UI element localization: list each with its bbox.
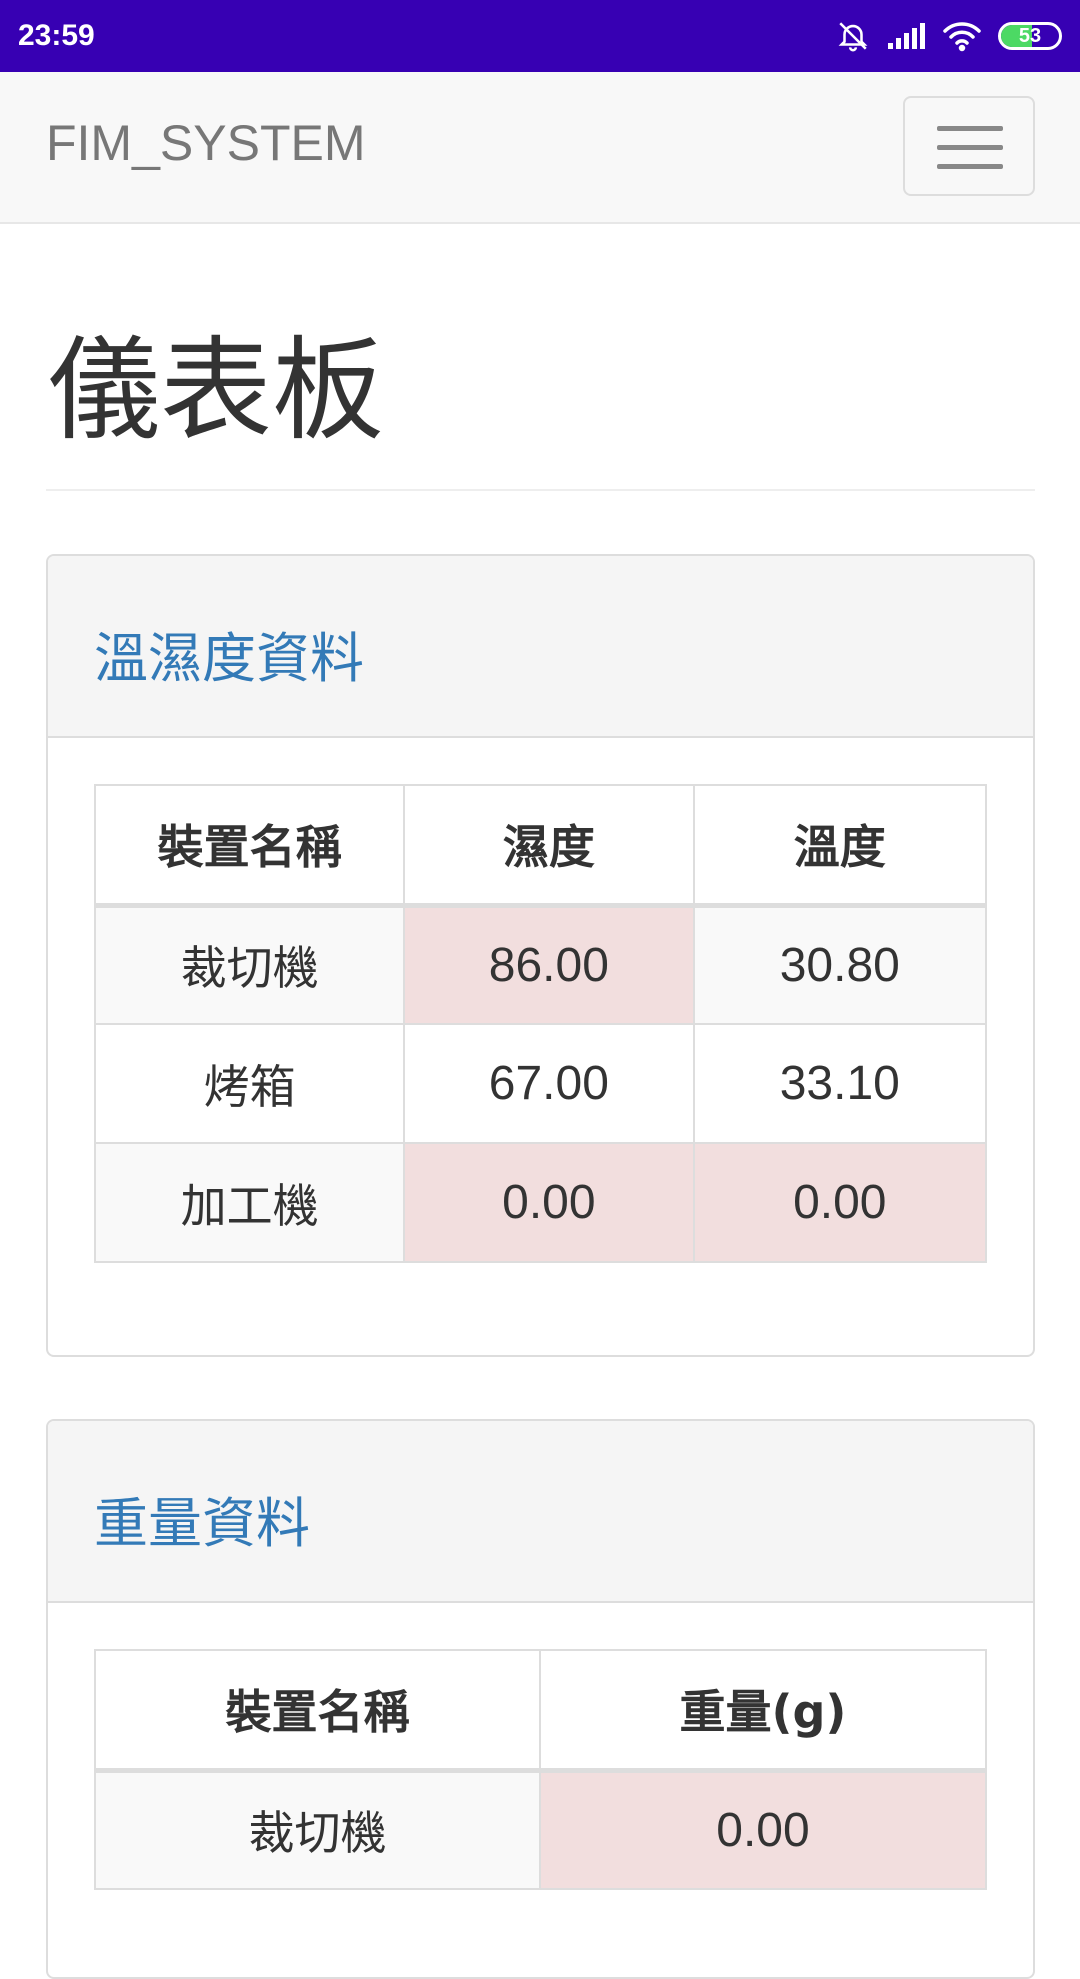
table-row: 加工機 0.00 0.00 <box>93 1142 988 1263</box>
battery-icon: 53 <box>998 22 1062 50</box>
navbar: FIM_SYSTEM <box>0 72 1080 224</box>
humidity-cell: 0.00 <box>403 1142 695 1263</box>
status-icons: 53 <box>836 19 1062 53</box>
humidity-cell: 86.00 <box>403 904 695 1025</box>
temperature-cell: 30.80 <box>692 904 988 1025</box>
temp-humidity-panel-body: 裝置名稱 濕度 溫度 裁切機 86.00 30.80 烤箱 67.00 33.1… <box>48 738 1033 1309</box>
temp-humidity-panel-heading: 溫濕度資料 <box>48 556 1033 738</box>
device-name-cell: 裁切機 <box>93 904 406 1025</box>
device-name-cell: 加工機 <box>93 1142 406 1263</box>
navbar-toggle-button[interactable] <box>903 96 1035 196</box>
temperature-cell: 33.10 <box>692 1023 988 1144</box>
weight-table: 裝置名稱 重量(g) 裁切機 0.00 <box>94 1649 988 1890</box>
weight-panel: 重量資料 裝置名稱 重量(g) 裁切機 0.00 <box>46 1419 1035 1979</box>
page-title: 儀表板 <box>48 326 384 456</box>
table-row: 裁切機 0.00 <box>94 1769 988 1890</box>
weight-panel-body: 裝置名稱 重量(g) 裁切機 0.00 <box>48 1603 1033 1936</box>
column-header-device: 裝置名稱 <box>93 784 406 908</box>
column-header-temperature: 溫度 <box>692 784 988 908</box>
table-row: 裁切機 86.00 30.80 <box>93 904 988 1025</box>
signal-icon <box>886 21 926 51</box>
device-name-cell: 裁切機 <box>94 1769 541 1890</box>
weight-panel-heading: 重量資料 <box>48 1421 1033 1603</box>
temp-humidity-table: 裝置名稱 濕度 溫度 裁切機 86.00 30.80 烤箱 67.00 33.1… <box>93 784 988 1263</box>
device-name-cell: 烤箱 <box>93 1023 406 1144</box>
battery-level: 53 <box>1018 24 1042 47</box>
page-header-divider <box>46 489 1035 491</box>
temperature-cell: 0.00 <box>692 1142 988 1263</box>
column-header-weight: 重量(g) <box>538 1649 988 1773</box>
humidity-cell: 67.00 <box>403 1023 695 1144</box>
weight-cell: 0.00 <box>538 1769 988 1890</box>
status-bar: 23:59 53 <box>0 0 1080 72</box>
column-header-device: 裝置名稱 <box>94 1649 541 1773</box>
weight-panel-title: 重量資料 <box>94 1492 310 1555</box>
table-row: 烤箱 67.00 33.10 <box>93 1023 988 1144</box>
column-header-humidity: 濕度 <box>403 784 695 908</box>
table-header-row: 裝置名稱 重量(g) <box>94 1649 988 1773</box>
status-time: 23:59 <box>18 19 95 52</box>
temp-humidity-panel: 溫濕度資料 裝置名稱 濕度 溫度 裁切機 86.00 30.80 烤箱 67.0… <box>46 554 1035 1357</box>
navbar-brand[interactable]: FIM_SYSTEM <box>46 114 365 172</box>
bell-muted-icon <box>836 19 870 53</box>
wifi-icon <box>942 20 982 52</box>
table-header-row: 裝置名稱 濕度 溫度 <box>93 784 988 908</box>
temp-humidity-panel-title: 溫濕度資料 <box>94 627 364 690</box>
